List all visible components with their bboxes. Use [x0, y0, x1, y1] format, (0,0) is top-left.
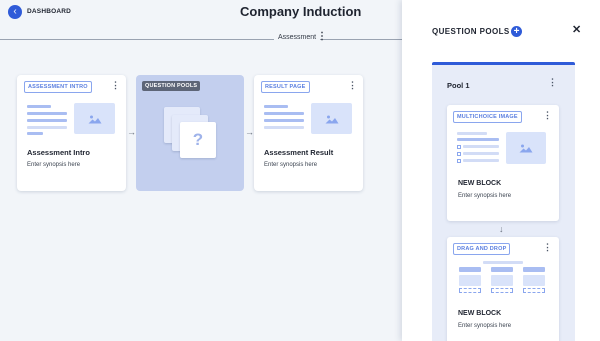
- close-icon[interactable]: ✕: [572, 23, 581, 36]
- result-page-tag: RESULT PAGE: [261, 81, 310, 93]
- flow-arrow-icon: →: [245, 127, 254, 137]
- image-placeholder-icon: [506, 132, 546, 164]
- block-multichoice-image[interactable]: MULTICHOICE IMAGE ⋮ NEW BLOCK Enter syno…: [447, 105, 559, 221]
- block-title: NEW BLOCK: [458, 180, 502, 187]
- tab-assessment[interactable]: Assessment: [274, 34, 321, 41]
- result-page-card[interactable]: RESULT PAGE ⋮ Assessment Result Enter sy…: [254, 75, 363, 191]
- flow-arrow-icon: →: [127, 127, 136, 137]
- block-title: NEW BLOCK: [458, 310, 502, 317]
- question-pools-card[interactable]: QUESTION POOLS ?: [136, 75, 244, 191]
- card-synopsis: Enter synopsis here: [264, 162, 318, 168]
- card-title: Assessment Intro: [27, 148, 90, 157]
- pool-name: Pool 1: [447, 81, 470, 90]
- image-placeholder-icon: [74, 103, 115, 134]
- block-synopsis: Enter synopsis here: [458, 323, 512, 329]
- pool-menu-icon[interactable]: ⋮: [548, 77, 557, 88]
- pool-container: Pool 1 ⋮ MULTICHOICE IMAGE ⋮ NEW BLOCK E…: [432, 62, 575, 341]
- block-type-tag: DRAG AND DROP: [453, 243, 511, 255]
- dashboard-link[interactable]: DASHBOARD: [27, 8, 71, 15]
- assessment-intro-card[interactable]: ASSESSMENT INTRO ⋮ Assessment Intro Ente…: [17, 75, 126, 191]
- block-link-icon: ↓: [499, 224, 504, 234]
- question-pools-panel: QUESTION POOLS + ✕ Pool 1 ⋮ MULTICHOICE …: [402, 0, 600, 341]
- card-synopsis: Enter synopsis here: [27, 162, 81, 168]
- panel-title: QUESTION POOLS: [432, 27, 510, 36]
- card-menu-icon[interactable]: ⋮: [348, 80, 357, 91]
- tab-menu-icon[interactable]: ⋮: [317, 31, 327, 42]
- question-mark-icon: ?: [192, 130, 204, 149]
- block-menu-icon[interactable]: ⋮: [543, 110, 552, 121]
- card-title: Assessment Result: [264, 148, 334, 157]
- block-menu-icon[interactable]: ⋮: [543, 242, 552, 253]
- block-drag-and-drop[interactable]: DRAG AND DROP ⋮ NEW BLOCK Enter synopsis…: [447, 237, 559, 341]
- assessment-intro-tag: ASSESSMENT INTRO: [24, 81, 92, 93]
- card-menu-icon[interactable]: ⋮: [111, 80, 120, 91]
- back-arrow-icon[interactable]: ‹: [8, 5, 22, 19]
- page-title: Company Induction: [240, 4, 362, 19]
- block-synopsis: Enter synopsis here: [458, 193, 512, 199]
- image-placeholder-icon: [311, 103, 352, 134]
- tab-divider: [0, 39, 402, 40]
- block-type-tag: MULTICHOICE IMAGE: [453, 111, 522, 123]
- top-bar: ‹ DASHBOARD Company Induction: [0, 0, 402, 26]
- add-pool-button[interactable]: +: [511, 26, 522, 37]
- question-pools-tag: QUESTION POOLS: [142, 81, 201, 91]
